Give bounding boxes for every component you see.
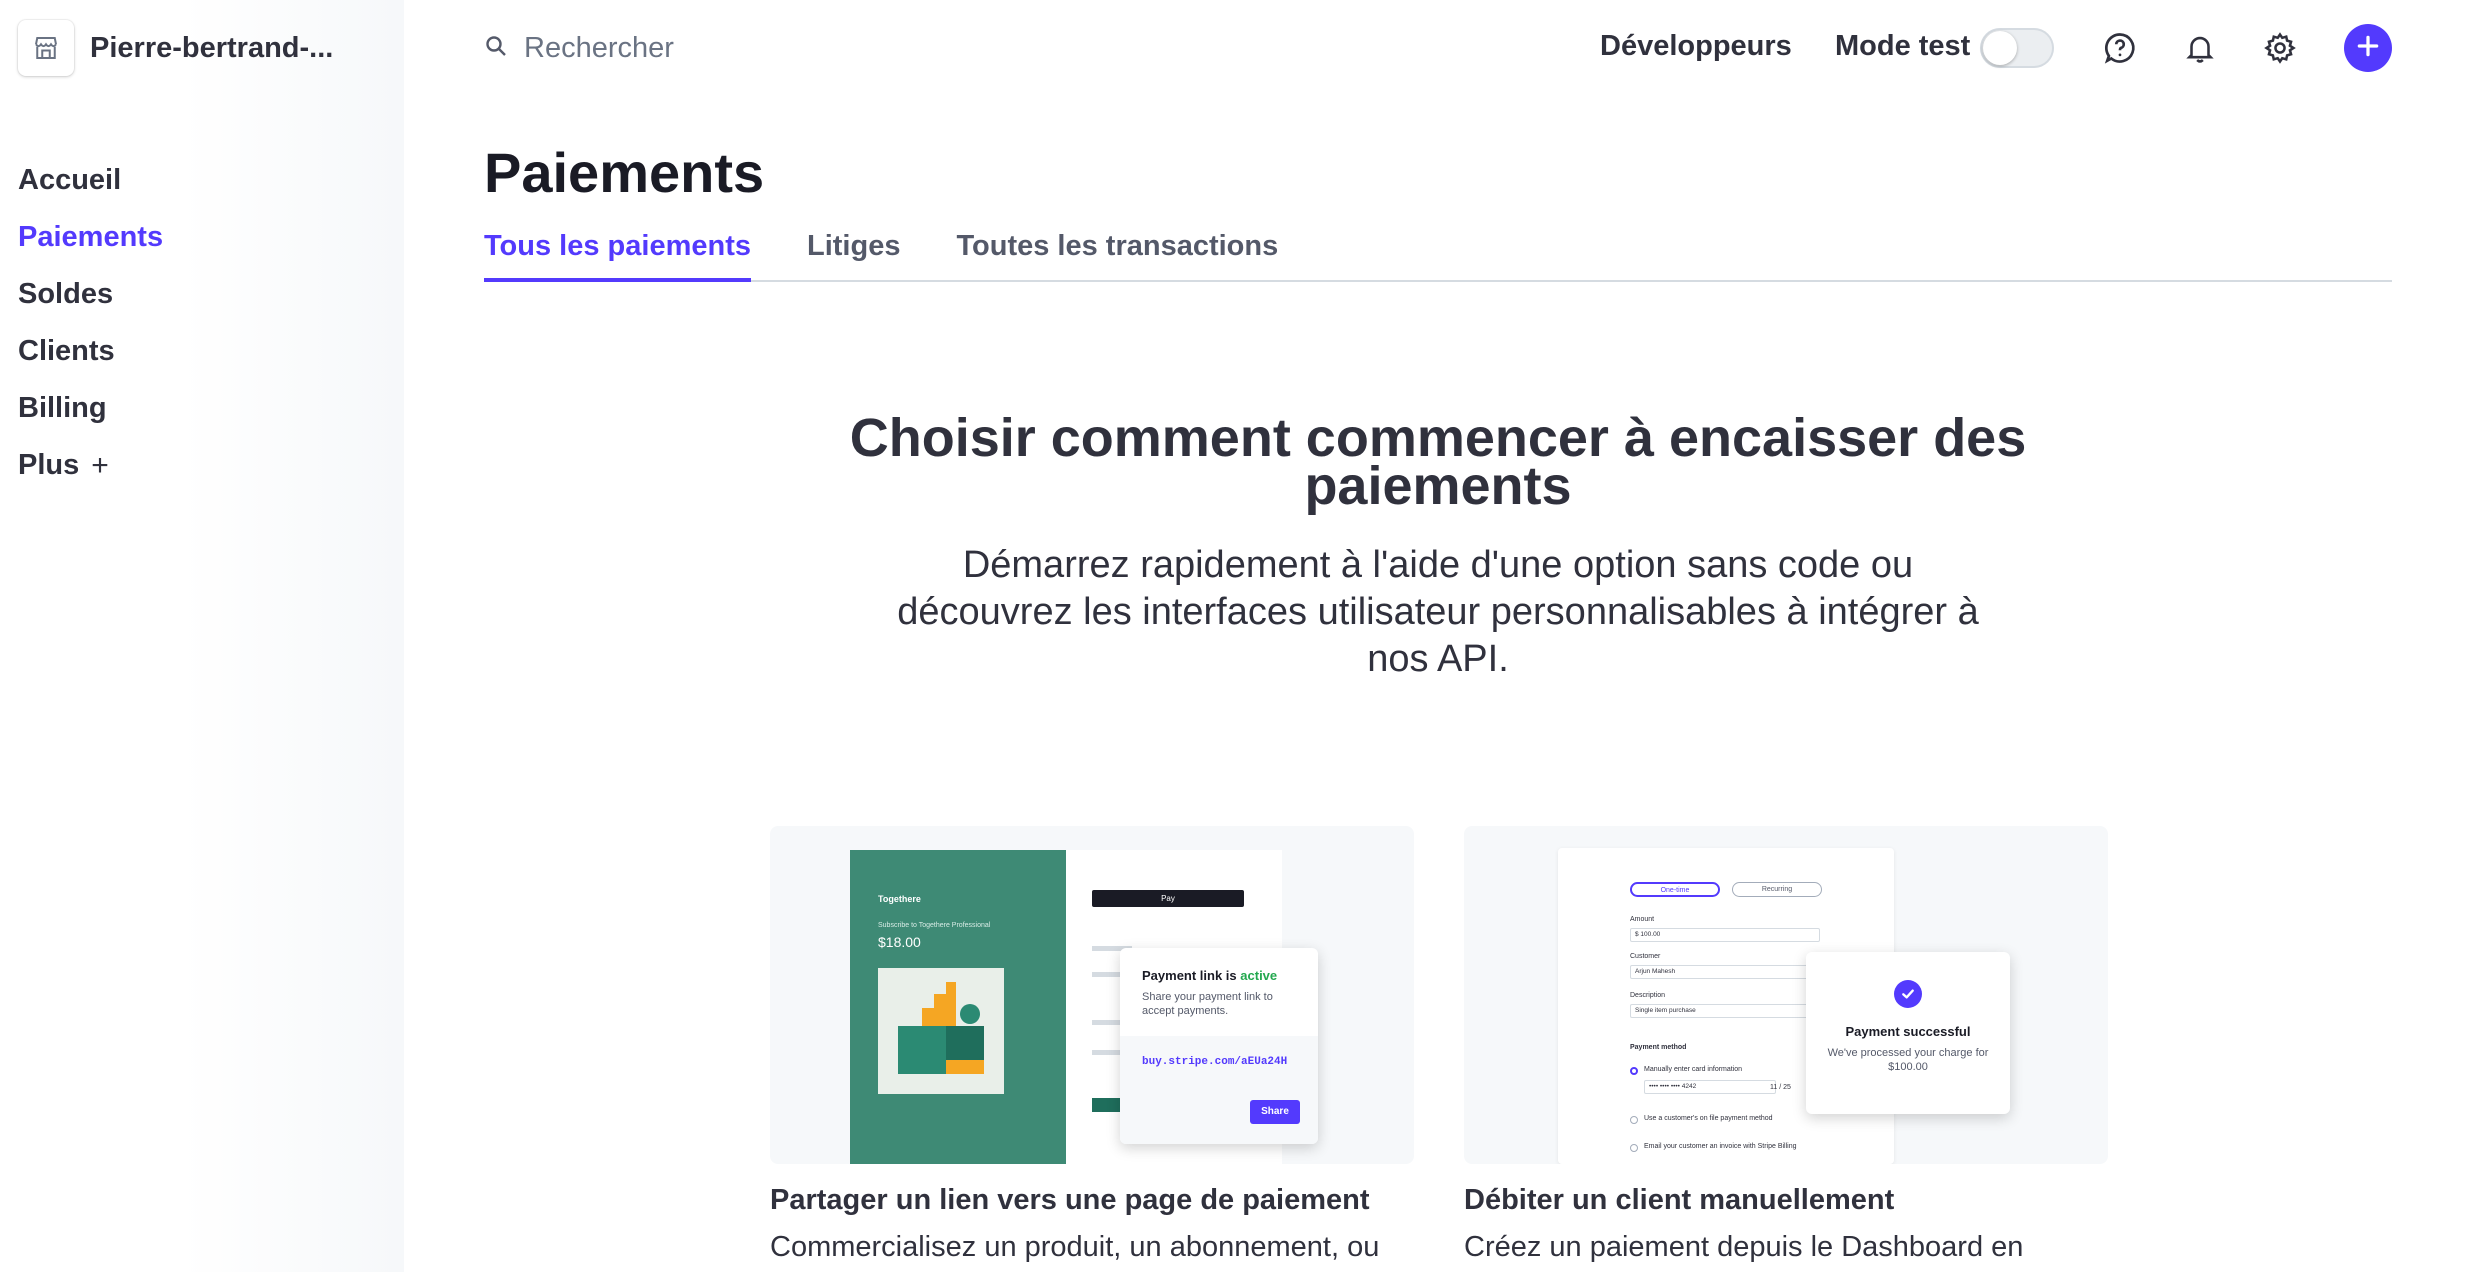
bell-icon[interactable] [2178,26,2222,70]
plus-icon: + [91,448,109,482]
radio-icon [1630,1144,1638,1152]
sidebar-item-paiements[interactable]: Paiements [18,209,163,266]
popup-title: Payment successful [1845,1024,1971,1039]
subscribe-text: Subscribe to Togethere Professional [878,922,991,929]
tab-litiges[interactable]: Litiges [807,230,900,282]
customer-field: Arjun Mahesh [1630,965,1820,979]
account-name: Pierre-bertrand-... [90,31,334,64]
search-icon [484,34,508,63]
tab-bar: Tous les paiements Litiges Toutes les tr… [484,230,2392,282]
amount-field: $ 100.00 [1630,928,1820,942]
share-button: Share [1250,1100,1300,1124]
sidebar-item-label: Plus [18,449,80,481]
card-title: Partager un lien vers une page de paieme… [770,1184,1370,1216]
page-title: Paiements [484,141,765,204]
payment-link-popup: Payment link is active Share your paymen… [1120,948,1318,1144]
popup-status: active [1240,968,1278,983]
description-field: Single item purchase [1630,1004,1820,1018]
sidebar-item-label: Paiements [18,221,164,253]
help-icon[interactable] [2098,26,2142,70]
payment-link-illustration: Togethere Subscribe to Togethere Profess… [770,826,1414,1164]
payment-success-popup: Payment successful We've processed your … [1806,952,2010,1114]
card-number-field: •••• •••• •••• 4242 [1644,1080,1776,1094]
payment-link-url: buy.stripe.com/aEUa24H [1142,1056,1288,1068]
checkout-preview-panel: Togethere Subscribe to Togethere Profess… [850,850,1066,1164]
account-switcher[interactable]: Pierre-bertrand-... [18,20,333,76]
manual-charge-card[interactable]: One-time Recurring Amount $ 100.00 Custo… [1464,826,2108,1264]
sidebar-item-label: Billing [18,392,107,424]
sidebar: Pierre-bertrand-... Accueil Paiements So… [0,0,404,1272]
sidebar-item-soldes[interactable]: Soldes [18,266,163,323]
price: $18.00 [878,934,921,950]
search-input[interactable] [524,31,924,65]
tab-toutes-les-transactions[interactable]: Toutes les transactions [956,230,1278,282]
radio-icon [1630,1116,1638,1124]
apple-pay-button: Pay [1092,890,1244,907]
tab-tous-les-paiements[interactable]: Tous les paiements [484,230,751,282]
sidebar-item-label: Clients [18,335,115,367]
create-button[interactable] [2344,24,2392,72]
store-icon [18,20,74,76]
recurring-tab: Recurring [1732,882,1822,897]
payment-link-card[interactable]: Togethere Subscribe to Togethere Profess… [770,826,1414,1264]
search-bar[interactable] [484,24,924,72]
popup-title: Payment link is active [1142,968,1277,983]
amount-label: Amount [1630,916,1655,923]
card-title: Débiter un client manuellement [1464,1184,1895,1216]
sidebar-item-plus[interactable]: Plus + [18,437,163,494]
developers-link[interactable]: Développeurs [1600,30,1792,63]
hero-title: Choisir comment commencer à encaisser de… [849,408,2027,516]
toggle-knob [1983,31,2017,65]
customer-label: Customer [1630,953,1661,960]
popup-text: Share your payment link to accept paymen… [1142,991,1273,1017]
card-description: Commercialisez un produit, un abonnement… [770,1231,1380,1263]
on-file-option: Use a customer's on file payment method [1644,1115,1773,1122]
manual-charge-illustration: One-time Recurring Amount $ 100.00 Custo… [1464,826,2108,1164]
sidebar-item-label: Soldes [18,278,114,310]
popup-text: We've processed your charge for $100.00 [1827,1047,1989,1073]
check-circle-icon [1894,980,1922,1008]
radio-selected-icon [1630,1067,1638,1075]
popup-title-text: Payment link is [1142,968,1237,983]
plus-icon [2355,33,2381,64]
sidebar-item-clients[interactable]: Clients [18,323,163,380]
hero-subtitle: Démarrez rapidement à l'aide d'une optio… [897,544,1979,680]
test-mode-label: Mode test [1835,30,1971,62]
product-image [878,968,1004,1094]
description-label: Description [1630,992,1666,999]
popup-footer: buy.stripe.com/aEUa24H Share [1120,1036,1318,1144]
sidebar-item-label: Accueil [18,164,122,196]
invoice-option: Email your customer an invoice with Stri… [1644,1143,1797,1150]
card-description: Créez un paiement depuis le Dashboard en [1464,1231,2024,1263]
one-time-tab: One-time [1630,882,1720,897]
sidebar-item-accueil[interactable]: Accueil [18,152,163,209]
sidebar-nav: Accueil Paiements Soldes Clients Billing… [18,152,163,494]
brand-name: Togethere [878,894,921,904]
test-mode-toggle[interactable] [1980,28,2054,68]
card-expiry: 11 / 25 [1770,1084,1791,1091]
top-bar: Développeurs Mode test [404,0,2474,96]
payment-method-label: Payment method [1630,1044,1687,1051]
gear-icon[interactable] [2258,26,2302,70]
sidebar-item-billing[interactable]: Billing [18,380,163,437]
manual-card-option: Manually enter card information [1644,1066,1743,1073]
